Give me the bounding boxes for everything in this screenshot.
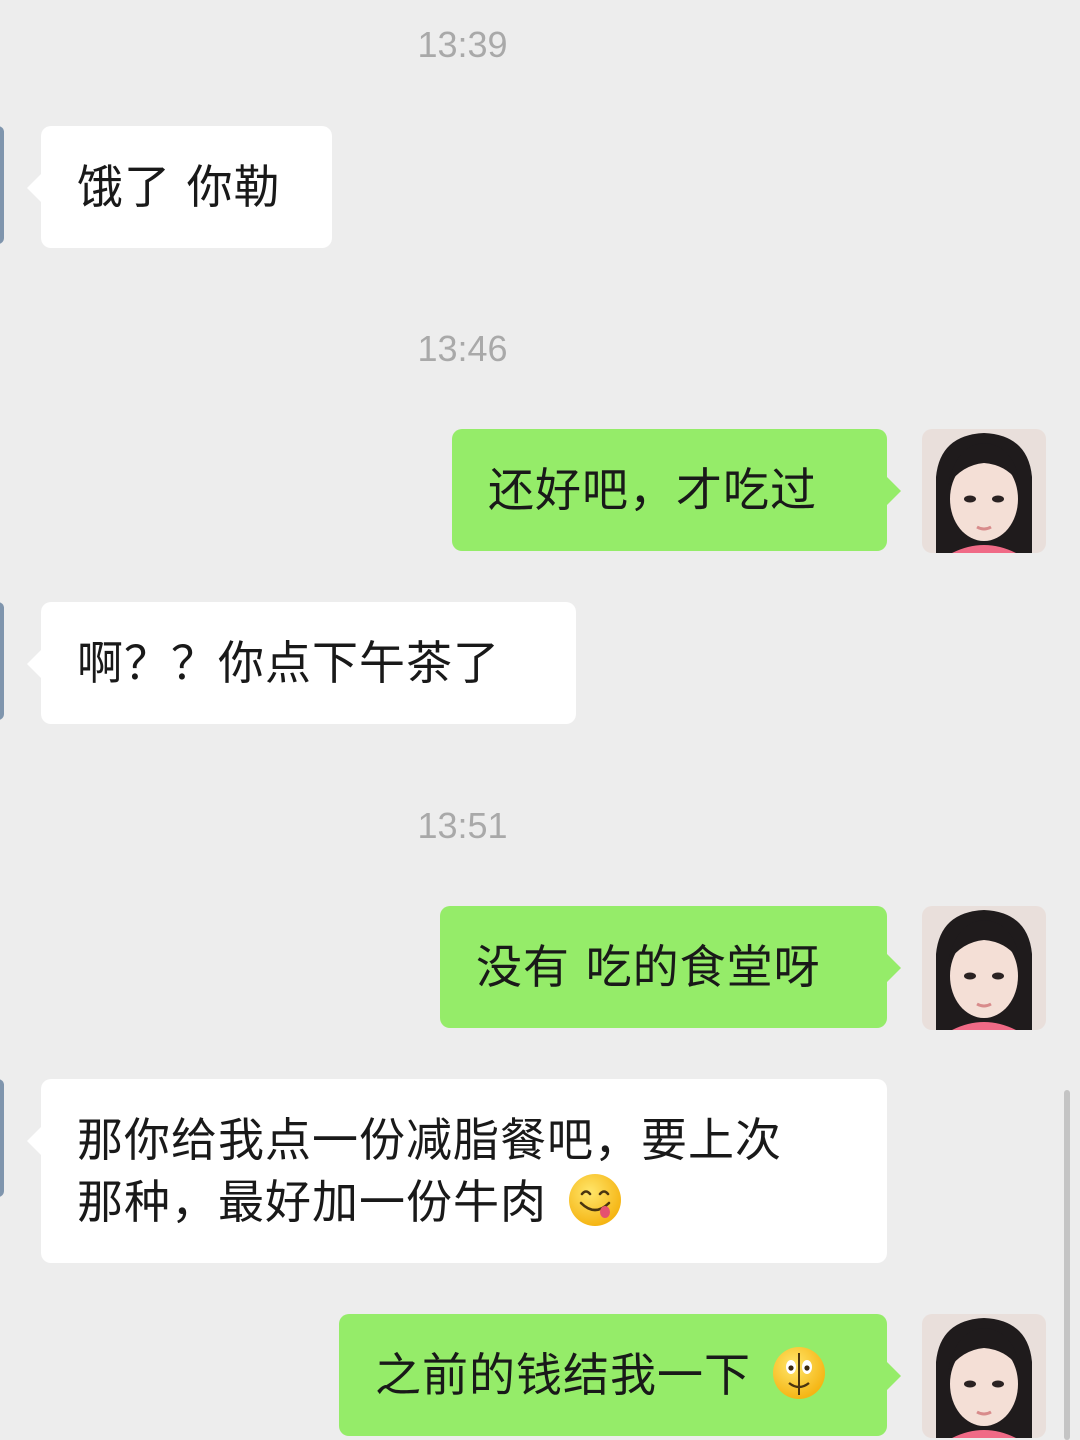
message-text-line: 那你给我点一份减脂餐吧，要上次 bbox=[77, 1113, 782, 1167]
message-text-line: 那种，最好加一份牛肉 bbox=[77, 1175, 547, 1229]
contact-avatar-edge[interactable] bbox=[0, 602, 4, 720]
user-avatar-image bbox=[922, 429, 1046, 553]
yum-face-icon bbox=[568, 1174, 621, 1226]
outgoing-message-bubble[interactable]: 还好吧，才吃过 bbox=[452, 429, 901, 551]
timestamp: 13:46 bbox=[417, 328, 508, 369]
scrollbar[interactable] bbox=[1064, 1090, 1070, 1440]
user-avatar[interactable] bbox=[922, 906, 1046, 1030]
incoming-message-bubble[interactable]: 啊？？你点下午茶了 bbox=[27, 602, 576, 724]
user-avatar[interactable] bbox=[922, 1314, 1046, 1438]
incoming-message-bubble[interactable]: 饿了 你勒 bbox=[27, 126, 332, 248]
timestamp: 13:51 bbox=[417, 805, 508, 846]
timestamp: 13:39 bbox=[417, 24, 508, 65]
outgoing-message-bubble[interactable]: 没有 吃的食堂呀 bbox=[440, 906, 901, 1028]
message-text: 还好吧，才吃过 bbox=[488, 463, 817, 517]
message-text: 之前的钱结我一下 bbox=[375, 1348, 751, 1402]
user-avatar[interactable] bbox=[922, 429, 1046, 553]
chat-history[interactable]: 13:39 饿了 你勒 13:46 还好吧，才吃过 啊？？你点下午茶了 13:5… bbox=[0, 0, 1080, 1440]
message-text: 没有 吃的食堂呀 bbox=[476, 940, 821, 994]
contact-avatar-edge[interactable] bbox=[0, 1079, 4, 1197]
message-text: 饿了 你勒 bbox=[77, 160, 281, 214]
outgoing-message-bubble[interactable]: 之前的钱结我一下 bbox=[339, 1314, 901, 1436]
user-avatar-image bbox=[922, 906, 1046, 1030]
contact-avatar-edge[interactable] bbox=[0, 126, 4, 244]
user-avatar-image bbox=[922, 1314, 1046, 1438]
message-text: 啊？？你点下午茶了 bbox=[77, 636, 500, 690]
zipper-mouth-face-icon bbox=[772, 1347, 825, 1399]
incoming-message-bubble[interactable]: 那你给我点一份减脂餐吧，要上次 那种，最好加一份牛肉 bbox=[27, 1079, 887, 1263]
